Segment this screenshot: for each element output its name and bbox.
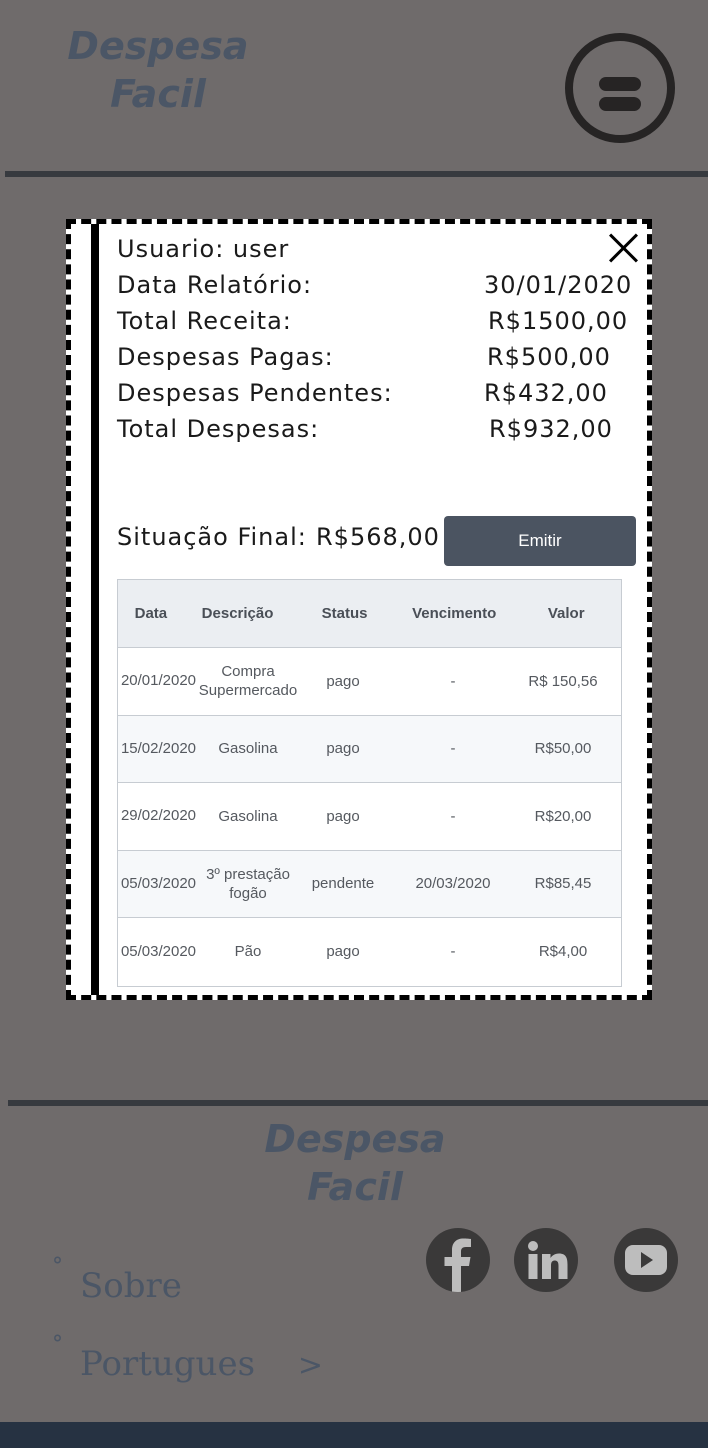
cell-data: 29/02/2020 <box>120 807 197 825</box>
total-receita-label: Total Receita: <box>117 307 292 335</box>
table-row[interactable]: 05/03/2020 Pão pago - R$4,00 <box>118 918 621 986</box>
cell-descricao: Gasolina <box>218 740 278 758</box>
expenses-table: Data Descrição Status Vencimento Valor 2… <box>117 579 622 987</box>
data-relatorio-label: Data Relatório: <box>117 271 313 299</box>
sobre-link[interactable]: ° Sobre <box>52 1254 182 1306</box>
close-icon[interactable] <box>608 232 640 264</box>
youtube-glyph <box>625 1245 667 1275</box>
cell-data: 05/03/2020 <box>120 874 197 892</box>
cell-descricao: Gasolina <box>218 807 278 825</box>
footer-logo-line-1: Despesa <box>264 1117 446 1161</box>
total-receita-value: R$1500,00 <box>488 307 629 335</box>
situacao-final-value: R$568,00 <box>316 523 440 551</box>
cell-data: 20/01/2020 <box>120 672 197 690</box>
cell-valor: R$20,00 <box>534 807 592 825</box>
data-relatorio-value: 30/01/2020 <box>484 271 633 299</box>
cell-valor: R$85,45 <box>534 875 592 893</box>
header-descricao: Descrição <box>201 605 274 622</box>
footer-logo[interactable]: Despesa Facil <box>255 1115 455 1211</box>
table-row[interactable]: 15/02/2020 Gasolina pago - R$50,00 <box>118 715 621 783</box>
youtube-icon[interactable] <box>614 1228 678 1292</box>
cell-descricao: 3º prestação fogão <box>206 865 290 902</box>
report-modal: Usuario: user Data Relatório: 30/01/2020… <box>66 219 652 1000</box>
cell-vencimento: - <box>450 672 456 690</box>
cell-status: pago <box>326 672 360 690</box>
emitir-button[interactable]: Emitir <box>444 516 636 566</box>
footer-divider <box>8 1100 708 1106</box>
modal-accent-bar <box>91 224 99 995</box>
cell-valor: R$ 150,56 <box>528 672 598 690</box>
facebook-glyph <box>444 1238 471 1292</box>
header-valor: Valor <box>547 605 585 622</box>
header-logo[interactable]: Despesa Facil <box>58 22 258 118</box>
usuario-label: Usuario: user <box>117 235 290 263</box>
header-vencimento: Vencimento <box>412 605 497 622</box>
table-row[interactable]: 20/01/2020 Compra Supermercado pago - R$… <box>118 648 621 716</box>
cell-valor: R$4,00 <box>538 943 588 961</box>
total-despesas-value: R$932,00 <box>489 415 613 443</box>
table-header: Data Descrição Status Vencimento Valor <box>118 580 621 648</box>
cell-status: pago <box>326 807 360 825</box>
sobre-label: Sobre <box>80 1266 182 1306</box>
language-label: Portugues <box>80 1344 256 1384</box>
bullet-icon: ° <box>52 1332 63 1357</box>
cell-data: 15/02/2020 <box>120 739 197 757</box>
header-data: Data <box>134 604 168 622</box>
menu-button[interactable] <box>565 33 675 143</box>
menu-icon-bar <box>599 97 641 111</box>
linkedin-icon[interactable] <box>514 1228 578 1292</box>
situacao-final-label: Situação Final: <box>117 523 307 551</box>
cell-vencimento: - <box>450 740 456 758</box>
language-selector[interactable]: ° Portugues > <box>52 1332 323 1384</box>
cell-vencimento: - <box>450 943 456 961</box>
despesas-pendentes-value: R$432,00 <box>484 379 608 407</box>
bullet-icon: ° <box>52 1254 63 1279</box>
cell-descricao: Compra Supermercado <box>198 663 298 700</box>
cell-status: pago <box>326 740 360 758</box>
bottom-bar <box>0 1422 708 1448</box>
facebook-icon[interactable] <box>426 1228 490 1292</box>
cell-status: pendente <box>311 875 375 893</box>
despesas-pagas-value: R$500,00 <box>487 343 611 371</box>
header-status: Status <box>321 605 368 622</box>
logo-line-2: Facil <box>110 72 206 116</box>
cell-vencimento: 20/03/2020 <box>415 875 491 893</box>
total-despesas-label: Total Despesas: <box>117 415 320 443</box>
table-row[interactable]: 05/03/2020 3º prestação fogão pendente 2… <box>118 850 621 918</box>
menu-icon <box>599 77 641 91</box>
cell-vencimento: - <box>450 807 456 825</box>
linkedin-glyph <box>528 1241 568 1279</box>
logo-line-1: Despesa <box>67 24 249 68</box>
chevron-right-icon: > <box>297 1348 323 1383</box>
header-divider <box>5 171 708 177</box>
cell-valor: R$50,00 <box>534 740 592 758</box>
footer-logo-line-2: Facil <box>307 1165 403 1209</box>
table-row[interactable]: 29/02/2020 Gasolina pago - R$20,00 <box>118 783 621 851</box>
despesas-pagas-label: Despesas Pagas: <box>117 343 334 371</box>
cell-data: 05/03/2020 <box>120 942 197 960</box>
cell-status: pago <box>326 943 360 961</box>
despesas-pendentes-label: Despesas Pendentes: <box>117 379 393 407</box>
cell-descricao: Pão <box>234 943 262 961</box>
